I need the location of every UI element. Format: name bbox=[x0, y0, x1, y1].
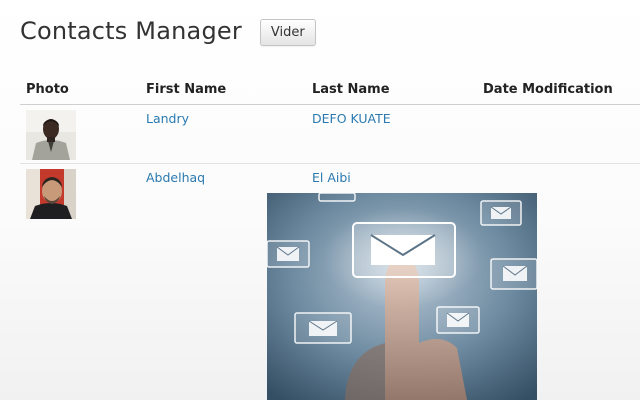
app-header: Contacts Manager Vider bbox=[20, 15, 316, 46]
clear-button[interactable]: Vider bbox=[259, 19, 316, 46]
column-header-date-modification[interactable]: Date Modification bbox=[477, 76, 640, 105]
contact-photo-landry[interactable] bbox=[26, 109, 76, 160]
photo-cell bbox=[20, 104, 140, 164]
column-header-first-name[interactable]: First Name bbox=[140, 76, 306, 105]
column-header-photo[interactable]: Photo bbox=[20, 76, 140, 105]
last-name-cell: DEFO KUATE bbox=[306, 104, 477, 164]
table-row[interactable]: Landry DEFO KUATE bbox=[20, 104, 640, 164]
first-name-link[interactable]: Abdelhaq bbox=[146, 170, 205, 185]
page-title: Contacts Manager bbox=[20, 16, 242, 45]
date-modification-cell bbox=[477, 104, 640, 164]
contact-photo-abdelhaq[interactable] bbox=[26, 168, 76, 219]
last-name-link[interactable]: DEFO KUATE bbox=[312, 111, 391, 126]
photo-cell bbox=[20, 163, 140, 222]
column-header-last-name[interactable]: Last Name bbox=[306, 76, 477, 105]
last-name-link[interactable]: El Aibi bbox=[312, 170, 351, 185]
first-name-link[interactable]: Landry bbox=[146, 111, 189, 126]
email-touch-illustration bbox=[267, 193, 537, 400]
table-header-row: Photo First Name Last Name Date Modifica… bbox=[20, 76, 640, 105]
first-name-cell: Landry bbox=[140, 104, 306, 164]
